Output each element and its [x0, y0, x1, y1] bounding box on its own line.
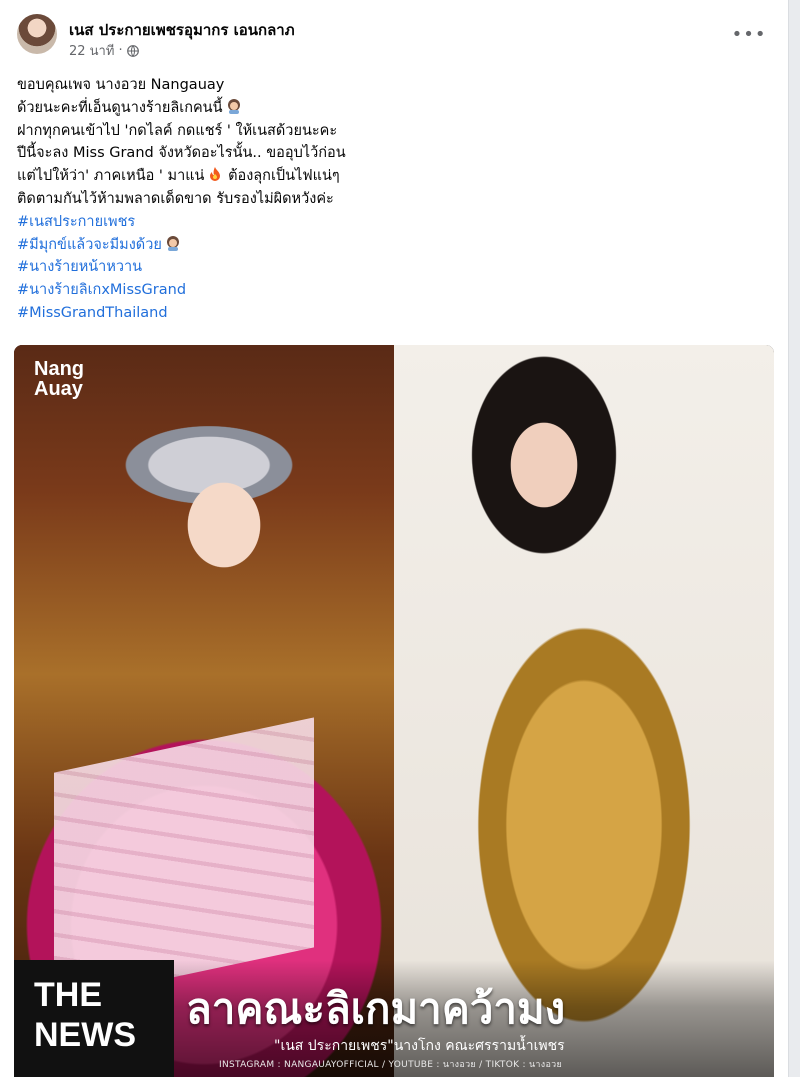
post-line-5-text: แต่ไปให้ว่า' ภาคเหนือ ' มาแน่: [17, 168, 205, 185]
hashtag-link[interactable]: #มีมุกข์แล้วจะมีมงด้วย: [17, 234, 771, 257]
logo-news: NEWS: [34, 1016, 136, 1054]
fire-emoji-icon: [210, 167, 221, 182]
post-image[interactable]: Nang Auay THE NEWS ลาคณะลิเกมาคว้ามง "เน…: [14, 345, 774, 1077]
post-card: เนส ประกายเพชรอุมากร เอนกลาภ 22 นาที · •…: [0, 0, 789, 1077]
author-avatar[interactable]: [17, 14, 57, 54]
post-text: ขอบคุณเพจ นางอวย Nangauay ด้วยนะคะที่เอ็…: [17, 74, 771, 325]
post-time[interactable]: 22 นาที: [69, 40, 114, 61]
image-social-handles: INSTAGRAM : NANGAUAYOFFICIAL / YOUTUBE :…: [219, 1060, 563, 1070]
post-line-5b-text: ต้องลุกเป็นไฟแน่ๆ: [228, 168, 340, 185]
hashtag-link[interactable]: #เนสประกายเพชร: [17, 211, 771, 234]
post-line-2-text: ด้วยนะคะที่เอ็นดูนางร้ายลิเกคนนี้: [17, 99, 223, 116]
post-line-6: ติดตามกันไว้ห้ามพลาดเด็ดขาด รับรองไม่ผิด…: [17, 190, 334, 207]
post-line-4: ปีนี้จะลง Miss Grand จังหวัดอะไรนั้น.. ข…: [17, 145, 346, 162]
post-line-1: ขอบคุณเพจ นางอวย Nangauay: [17, 77, 225, 93]
hashtag-link[interactable]: #นางร้ายหน้าหวาน: [17, 256, 771, 279]
image-headline: ลาคณะลิเกมาคว้ามง: [186, 984, 566, 1033]
image-subline: "เนส ประกายเพชร"นางโกง คณะศรรามน้ำเพชร: [274, 1038, 565, 1054]
nangauay-watermark: Nang Auay: [34, 359, 84, 399]
post-line-2: ด้วยนะคะที่เอ็นดูนางร้ายลิเกคนนี้: [17, 97, 771, 120]
globe-icon[interactable]: [126, 44, 139, 57]
post-line-5: แต่ไปให้ว่า' ภาคเหนือ ' มาแน่ ต้องลุกเป็…: [17, 165, 771, 188]
meta-separator: ·: [118, 43, 123, 58]
author-name[interactable]: เนส ประกายเพชรอุมากร เอนกลาภ: [69, 18, 295, 42]
post-meta: 22 นาที ·: [69, 40, 139, 61]
more-options-button[interactable]: •••: [732, 20, 766, 48]
more-icon: •••: [731, 23, 767, 45]
watermark-line-1: Nang: [34, 358, 84, 380]
hashtag-text: #มีมุกข์แล้วจะมีมงด้วย: [17, 236, 162, 253]
hashtag-link[interactable]: #นางร้ายลิเกxMissGrand: [17, 279, 771, 302]
watermark-line-2: Auay: [34, 378, 83, 400]
post-header: เนส ประกายเพชรอุมากร เอนกลาภ 22 นาที · •…: [17, 14, 771, 64]
woman-emoji-icon: [227, 98, 240, 114]
the-news-logo: THE NEWS: [34, 975, 136, 1055]
hashtag-link[interactable]: #MissGrandThailand: [17, 302, 771, 325]
post-line-3: ฝากทุกคนเข้าไป 'กดไลค์ กดแชร์ ' ให้เนสด้…: [17, 122, 338, 139]
logo-the: THE: [34, 976, 102, 1014]
woman-emoji-icon: [166, 235, 179, 251]
